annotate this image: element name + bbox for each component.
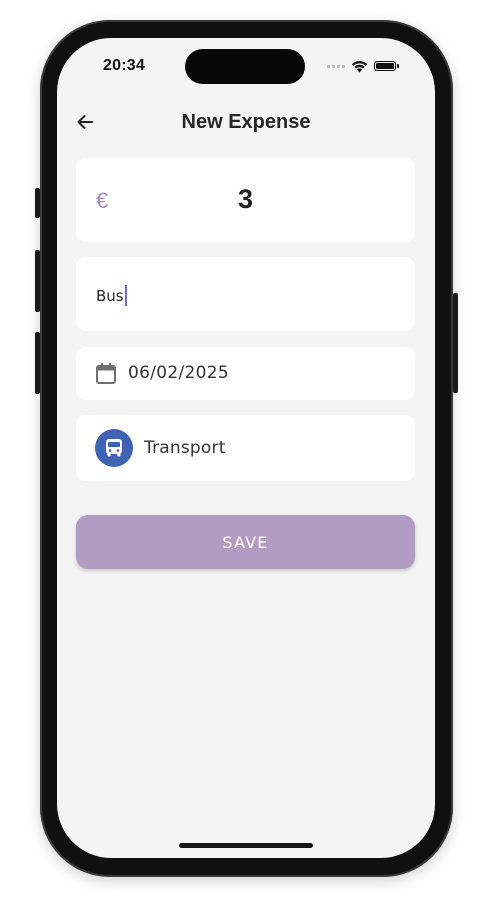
date-picker-field[interactable]: 06/02/2025 xyxy=(76,347,415,400)
cellular-signal-icon xyxy=(327,64,345,68)
battery-icon xyxy=(374,61,399,71)
calendar-icon xyxy=(96,363,116,384)
amount-value: 3 xyxy=(237,184,254,214)
amount-field[interactable]: € 3 xyxy=(76,158,415,242)
app-bar: New Expense xyxy=(57,106,435,138)
date-value: 06/02/2025 xyxy=(128,363,229,383)
text-cursor xyxy=(124,285,127,306)
home-indicator[interactable] xyxy=(179,843,313,848)
wifi-icon xyxy=(351,60,368,72)
dynamic-island xyxy=(185,49,305,84)
description-input-value: Bus xyxy=(96,285,127,306)
power-button xyxy=(453,293,458,393)
category-selector[interactable]: Transport xyxy=(76,415,415,481)
category-label: Transport xyxy=(144,438,226,458)
description-field[interactable]: Bus xyxy=(76,257,415,331)
status-icons xyxy=(327,58,399,74)
save-button[interactable]: SAVE xyxy=(76,515,415,569)
page-title: New Expense xyxy=(181,111,311,133)
bus-icon xyxy=(106,439,122,457)
category-badge xyxy=(95,429,133,467)
phone-screen: 20:34 New Expense € 3 Bus 06/02/2025 Tra… xyxy=(57,38,435,858)
status-time: 20:34 xyxy=(103,57,145,74)
description-text: Bus xyxy=(96,287,124,305)
